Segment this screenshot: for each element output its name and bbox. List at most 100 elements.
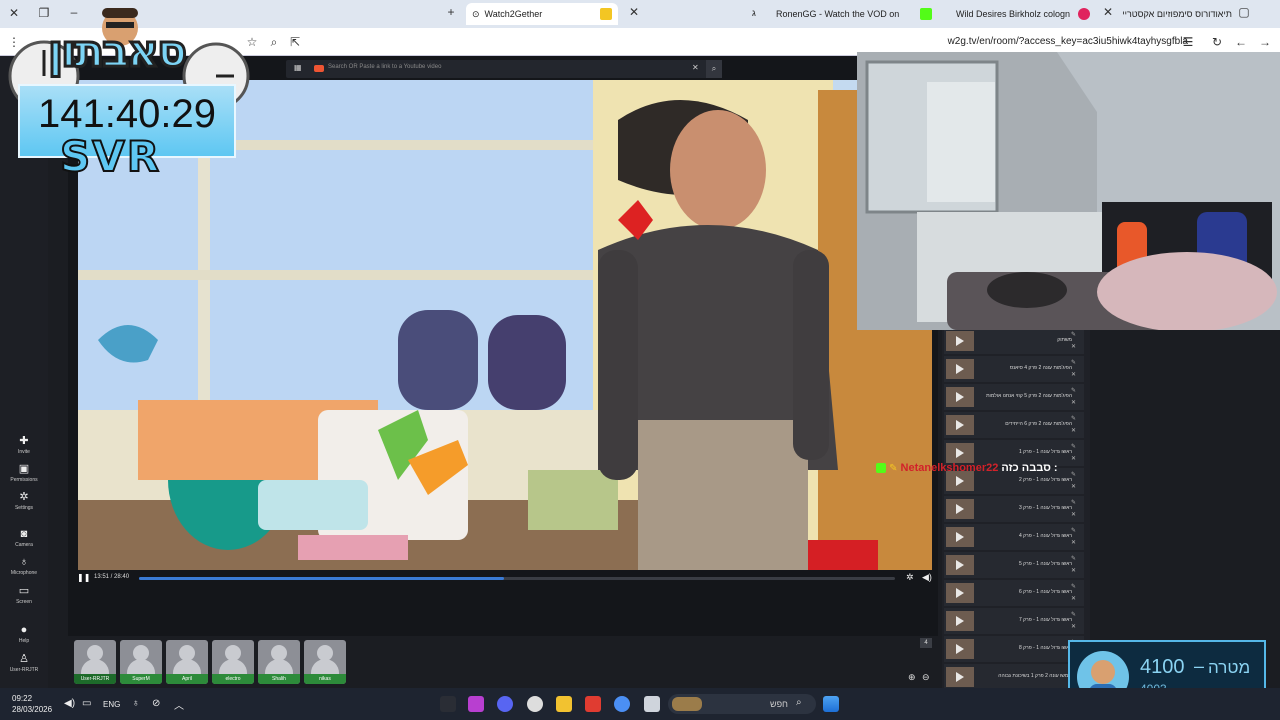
new-tab-icon[interactable]: + [443,5,459,19]
microphone-icon[interactable]: ♁ [132,698,140,709]
close-tab-icon[interactable]: ✕ [626,5,642,19]
share-icon[interactable]: ⇱ [287,35,303,49]
playlist-item[interactable]: ראשו גדול עונה 1 - פרק 8✎✕ [944,636,1084,662]
search-icon[interactable]: ⌕ [706,60,722,78]
minimize-window-icon[interactable]: – [66,5,82,19]
remove-icon[interactable]: ✕ [1071,623,1076,630]
remove-icon[interactable]: ✕ [1071,567,1076,574]
participant-card[interactable]: electro [212,640,254,684]
network-icon[interactable]: ▭ [82,698,91,709]
zoom-icon[interactable]: ⌕ [266,35,282,50]
playlist-item[interactable]: ראשו גדול עונה 1 - פרק 5 ✎ ✕ [944,552,1084,578]
instagram-icon[interactable] [468,696,484,712]
remove-icon[interactable]: ✕ [1071,595,1076,602]
playlist-item-title: הפיג'מות עונה 2 פרק 4 סיאנס [1009,365,1072,371]
sidebar-item-camera[interactable]: ◙ Camera [0,528,48,548]
remove-icon[interactable]: ✕ [1071,427,1076,434]
reload-icon[interactable]: ↻ [1209,35,1225,49]
sidebar-item-screen[interactable]: ▭ Screen [0,584,48,605]
sidebar-item-help[interactable]: ● Help [0,624,48,644]
remove-icon[interactable]: ✕ [1071,511,1076,518]
remove-icon[interactable]: ✕ [1071,483,1076,490]
taskbar-search-input[interactable]: ⌕ [668,694,816,714]
zoom-out-icon[interactable]: ⊖ [922,672,930,683]
chevron-up-icon[interactable]: ︿ [174,697,184,712]
tab-watch2gether[interactable]: ⊙ Watch2Gether [466,3,618,25]
webcam-overlay [857,52,1280,330]
back-icon[interactable]: ← [1233,35,1249,49]
remove-icon[interactable]: ✕ [1071,399,1076,406]
edit-icon[interactable]: ✎ [1071,583,1076,590]
restore-window-icon[interactable]: ❐ [36,6,52,20]
edit-icon[interactable]: ✎ [1071,443,1076,450]
edit-icon[interactable]: ✎ [1071,359,1076,366]
pause-icon[interactable]: ❚❚ [77,573,90,582]
red-favicon-icon [1078,8,1090,20]
playlist-item[interactable]: ראשו גדול עונה 1 - פרק 6 ✎ ✕ [944,580,1084,606]
participant-card[interactable]: User-RRJTR [74,640,116,684]
playlist-item[interactable]: הפיג'מות עונה 2 פרק 4 סיאנס ✎ ✕ [944,356,1084,382]
playlist-item[interactable]: הפיג'מות עונה 2 פרק 6 הייחידים ✎ ✕ [944,412,1084,438]
language-indicator[interactable]: ENG [103,700,120,709]
edit-icon[interactable]: ✎ [1071,527,1076,534]
sidebar-item-microphone[interactable]: ♁ Microphone [0,556,48,576]
clear-search-icon[interactable]: ✕ [692,63,699,72]
remove-icon[interactable]: ✕ [1071,371,1076,378]
sidebar-item-permissions[interactable]: ▣ Permissions [0,462,48,483]
remove-icon[interactable]: ✕ [1071,455,1076,462]
edit-icon[interactable]: ✎ [1071,331,1076,338]
edit-icon[interactable]: ✎ [1071,415,1076,422]
mute-icon[interactable]: ⊘ [152,698,160,709]
playlist-item[interactable]: הפיג'מות עונה 2 פרק 5 קוזי אנחנו אולמות ✎… [944,384,1084,410]
video-search-input[interactable]: ▦ Search OR Paste a link to a Youtube vi… [286,60,722,78]
media-player-icon[interactable] [527,696,543,712]
remove-icon[interactable]: ✕ [1071,343,1076,350]
app-icon[interactable] [440,696,456,712]
participant-card[interactable]: Shalih [258,640,300,684]
zoom-in-icon[interactable]: ⊕ [908,672,916,683]
close-tab-icon[interactable]: ✕ [1100,5,1116,19]
file-explorer-icon[interactable] [556,696,572,712]
remove-icon[interactable]: ✕ [1071,539,1076,546]
discord-icon[interactable] [497,696,513,712]
window-icon[interactable] [644,696,660,712]
edit-icon[interactable]: ✎ [1071,611,1076,618]
playlist-item[interactable]: ראשו גדול עונה 1 - פרק 7 ✎ ✕ [944,608,1084,634]
playlist-item-title: ראשו גדול עונה 1 - פרק 3 [1018,505,1072,511]
edit-icon[interactable]: ✎ [1071,555,1076,562]
edit-icon[interactable]: ✎ [1071,387,1076,394]
seek-progress [139,577,505,580]
goal-target: 4100 [1140,656,1185,678]
sidebar-item-user[interactable]: ♙ User-RRJTR [0,652,48,673]
app-red-icon[interactable] [585,696,601,712]
seek-bar[interactable] [139,577,895,580]
tab-search-icon[interactable]: ▢ [1236,5,1252,19]
tab-wild-desires[interactable]: Wild Desires Birkholz cologne [950,3,1070,25]
site-settings-icon[interactable]: ☰ [1180,35,1196,49]
tab-ronengg[interactable]: RonenGG - Watch the VOD on [770,3,920,25]
tab-hebrew[interactable]: תיאודורוס סימפוזיום אקסטריי [1118,3,1238,25]
url-field[interactable]: w2g.tv/en/room/?access_key=ac3iu5hiwk4ta… [948,36,1188,47]
volume-icon[interactable]: ◀) [64,698,75,709]
participant-card[interactable]: nikas [304,640,346,684]
sidebar-item-settings[interactable]: ✲ Settings [0,490,48,511]
pencil-badge-icon: ✎ [889,463,898,474]
playlist-item[interactable]: שמשו עונה 2 פרק 1 בשיכונת גבוהה✎✕ [944,664,1084,690]
tab-label: Watch2Gether [484,9,543,19]
settings-gear-icon[interactable]: ✲ [906,572,914,583]
sidebar-item-invite[interactable]: ✚ Invite [0,434,48,455]
grid-icon[interactable]: ▦ [294,63,302,72]
edit-icon[interactable]: ✎ [1071,499,1076,506]
playlist-item[interactable]: ראשו גדול עונה 1 - פרק 3 ✎ ✕ [944,496,1084,522]
participant-card[interactable]: SuperM [120,640,162,684]
taskbar-clock[interactable]: 09:22 28/03/2026 [12,693,52,715]
windows-start-icon[interactable] [823,696,839,712]
volume-icon[interactable]: ◀) [922,572,932,583]
forward-icon[interactable]: → [1257,35,1273,49]
participant-card[interactable]: April [166,640,208,684]
playlist-item[interactable]: ראשו גדול עונה 1 - פרק 4 ✎ ✕ [944,524,1084,550]
edit-icon[interactable]: ✎ [1071,471,1076,478]
playlist-item[interactable]: משתוק ✎ ✕ [944,328,1084,354]
chrome-icon[interactable] [614,696,630,712]
close-window-icon[interactable]: ✕ [6,6,22,20]
